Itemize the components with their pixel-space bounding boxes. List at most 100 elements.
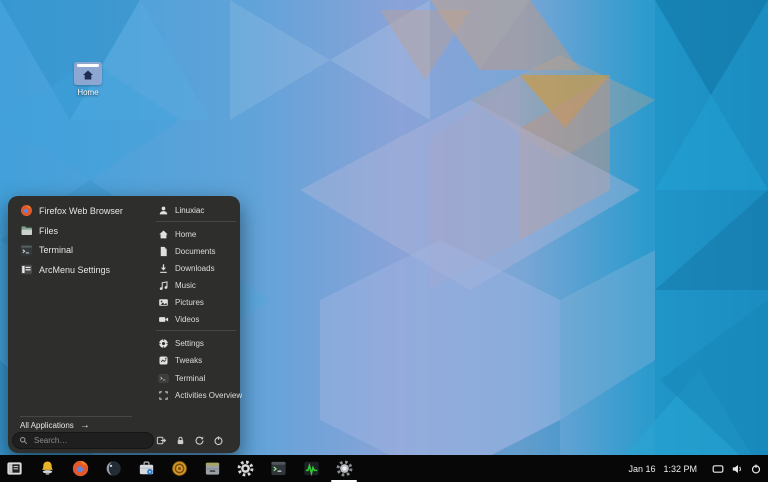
- menu-item-label: Downloads: [175, 264, 215, 273]
- restart-icon: [195, 435, 204, 445]
- taskbar-right: Jan 16 1:32 PM: [626, 462, 763, 476]
- menu-item-label: Pictures: [175, 298, 204, 307]
- firefox-app-button[interactable]: [70, 459, 90, 479]
- volume-tray-button[interactable]: [730, 462, 744, 476]
- archive-drawer-app-icon: [205, 462, 219, 475]
- menu-item-pictures[interactable]: Pictures: [150, 294, 242, 311]
- taskbar: Jan 16 1:32 PM: [0, 455, 768, 482]
- menu-item-label: Home: [175, 230, 197, 239]
- menu-item-label: ArcMenu Settings: [39, 264, 111, 275]
- house-glyph-icon: [83, 70, 93, 80]
- desktop-icon-home[interactable]: Home: [68, 62, 108, 97]
- power-icon: [751, 464, 761, 474]
- terminal-icon: [158, 373, 169, 384]
- menu-item-label: Music: [175, 281, 196, 290]
- date-label: Jan 16: [628, 463, 656, 474]
- coin-app-button[interactable]: [169, 459, 189, 479]
- firefox-icon: [20, 204, 33, 217]
- menu-item-terminal-shortcut[interactable]: Terminal: [150, 370, 242, 387]
- bell-app-icon: [41, 461, 53, 475]
- session-buttons: [153, 432, 226, 448]
- power-tray-button[interactable]: [749, 462, 763, 476]
- menu-item-label: Settings: [175, 339, 204, 349]
- terminal-app-button[interactable]: [268, 459, 288, 479]
- menu-item-files[interactable]: Files: [12, 221, 146, 241]
- clock-button[interactable]: Jan 16 1:32 PM: [626, 462, 699, 476]
- menu-item-settings[interactable]: Settings: [150, 335, 242, 352]
- time-label: 1:32 PM: [663, 463, 697, 474]
- briefcase-lock-app-icon: [139, 461, 153, 475]
- taskbar-app-list: [4, 459, 357, 482]
- arcmenu-launcher-button[interactable]: [4, 459, 24, 479]
- arcmenu-launcher-icon: [6, 462, 22, 475]
- picture-icon: [158, 297, 169, 308]
- menu-item-activities-overview[interactable]: Activities Overview: [150, 387, 242, 404]
- lock-button[interactable]: [172, 432, 188, 448]
- music-note-icon: [158, 280, 169, 291]
- menu-item-label: Terminal: [175, 373, 206, 383]
- activities-overview-icon: [158, 390, 169, 401]
- arcmenu-settings-icon: [20, 263, 33, 276]
- settings-gear-app-icon: [237, 460, 253, 477]
- running-app-indicator: [331, 479, 357, 482]
- terminal-app-icon: [270, 461, 286, 476]
- menu-item-tweaks[interactable]: Tweaks: [150, 352, 242, 369]
- power-off-icon: [213, 435, 223, 445]
- user-name: Linuxiac: [175, 205, 205, 215]
- terminal-icon: [20, 244, 33, 257]
- menu-item-videos[interactable]: Videos: [150, 311, 242, 328]
- menu-item-label: Documents: [175, 247, 216, 256]
- gear-app-icon: [336, 460, 352, 477]
- briefcase-lock-app-button[interactable]: [136, 459, 156, 479]
- search-icon: [19, 436, 28, 445]
- menu-item-label: Activities Overview: [175, 391, 243, 401]
- bell-app-button[interactable]: [37, 459, 57, 479]
- desktop-icon-label: Home: [77, 88, 99, 97]
- menu-item-user[interactable]: Linuxiac: [150, 201, 242, 219]
- download-icon: [158, 263, 169, 274]
- menu-item-label: Tweaks: [175, 356, 203, 366]
- menu-item-firefox[interactable]: Firefox Web Browser: [12, 201, 146, 221]
- menu-item-music[interactable]: Music: [150, 277, 242, 294]
- system-monitor-app-button[interactable]: [301, 459, 321, 479]
- video-camera-icon: [158, 314, 169, 325]
- all-applications-label: All Applications: [20, 420, 74, 430]
- system-tray: [711, 462, 763, 476]
- document-icon: [158, 246, 169, 257]
- menu-item-label: Terminal: [39, 245, 74, 256]
- user-icon: [158, 205, 169, 216]
- coin-app-icon: [171, 461, 187, 476]
- settings-gear-app-button[interactable]: [235, 459, 255, 479]
- menu-item-terminal[interactable]: Terminal: [12, 240, 146, 260]
- globe-app-icon: [105, 461, 121, 476]
- home-folder-icon: [74, 62, 102, 85]
- power-off-button[interactable]: [210, 432, 226, 448]
- menu-item-documents[interactable]: Documents: [150, 243, 242, 260]
- gear-running-app-button[interactable]: [331, 459, 357, 482]
- archive-drawer-app-button[interactable]: [202, 459, 222, 479]
- places-shortcuts-list: Linuxiac Home Documents Downloads Music …: [150, 201, 242, 404]
- tweaks-icon: [158, 355, 169, 366]
- restart-button[interactable]: [191, 432, 207, 448]
- settings-gear-icon: [158, 338, 169, 349]
- search-input[interactable]: [32, 435, 147, 446]
- arrow-right-icon: →: [79, 419, 90, 431]
- log-out-icon: [156, 436, 166, 444]
- volume-icon: [732, 464, 741, 473]
- display-tray-button[interactable]: [711, 462, 725, 476]
- menu-item-home[interactable]: Home: [150, 226, 242, 243]
- desktop: Home Firefox Web Browser Files Terminal …: [0, 0, 768, 482]
- all-applications-button[interactable]: All Applications →: [20, 418, 90, 432]
- divider: [156, 330, 236, 331]
- globe-app-button[interactable]: [103, 459, 123, 479]
- menu-item-arcmenu-settings[interactable]: ArcMenu Settings: [12, 260, 146, 280]
- firefox-app-icon: [72, 460, 88, 477]
- divider: [20, 416, 132, 417]
- menu-item-downloads[interactable]: Downloads: [150, 260, 242, 277]
- pinned-apps-list: Firefox Web Browser Files Terminal ArcMe…: [12, 201, 146, 280]
- search-bar[interactable]: [12, 432, 154, 449]
- display-icon: [712, 464, 724, 473]
- log-out-button[interactable]: [153, 432, 169, 448]
- menu-item-label: Videos: [175, 315, 200, 324]
- lock-icon: [177, 436, 183, 444]
